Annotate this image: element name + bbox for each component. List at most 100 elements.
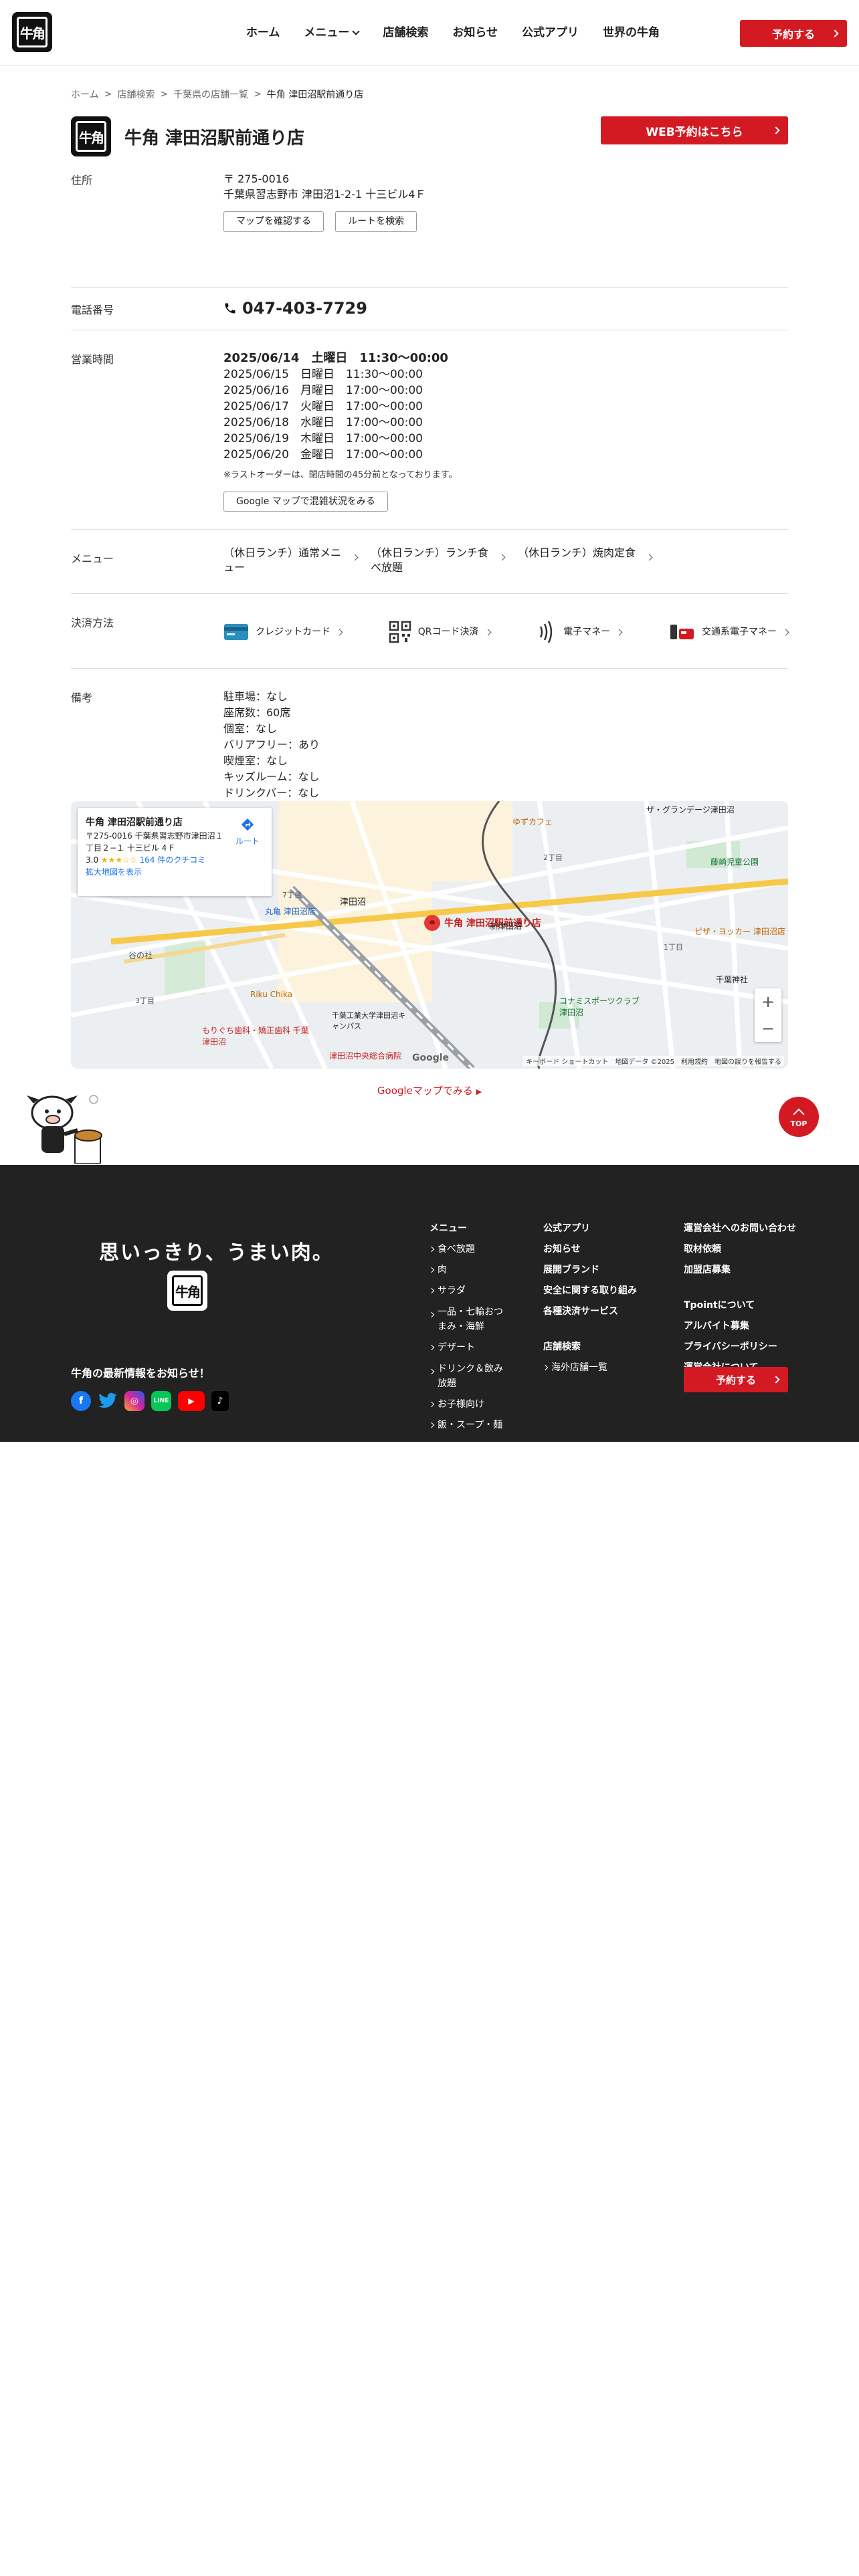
payment-credit-card[interactable]: クレジットカード bbox=[223, 623, 343, 641]
map-label: 2丁目 bbox=[543, 853, 563, 862]
back-to-top-button[interactable]: TOP bbox=[779, 1097, 819, 1137]
breadcrumb-store-search[interactable]: 店舗検索 bbox=[117, 88, 155, 101]
google-map[interactable]: 牛角 津田沼駅前通り店 津田沼 新津田沼 丸亀 津田沼店 Riku Chika … bbox=[71, 801, 788, 1069]
map-label: 千葉工業大学津田沼キャンパス bbox=[332, 1011, 405, 1031]
payment-label: 決済方法 bbox=[71, 617, 114, 629]
map-enlarge-link[interactable]: 拡大地図を表示 bbox=[86, 866, 264, 878]
footer-link[interactable]: 公式アプリ bbox=[543, 1218, 637, 1239]
address-label: 住所 bbox=[71, 174, 93, 187]
reserve-button[interactable]: 予約する bbox=[740, 20, 847, 47]
remarks-row: 備考 駐車場：なし 座席数：60席 個室：なし バリアフリー：あり 喫煙室：なし… bbox=[71, 669, 788, 802]
payment-e-money[interactable]: 電子マネー bbox=[537, 621, 623, 643]
footer-link[interactable]: 海外店舗一覧 bbox=[543, 1358, 637, 1378]
map-label: 津田沼 bbox=[340, 897, 367, 907]
breadcrumb-separator-icon: > bbox=[104, 89, 112, 100]
phone-label: 電話番号 bbox=[71, 304, 114, 316]
footer-link[interactable]: お子様向け bbox=[430, 1394, 503, 1415]
google-maps-link-label: Googleマップでみる bbox=[377, 1085, 473, 1097]
footer-link[interactable]: デザート bbox=[430, 1337, 503, 1358]
breadcrumb-prefecture[interactable]: 千葉県の店舗一覧 bbox=[173, 88, 248, 101]
footer-link[interactable]: Tpointについて bbox=[684, 1295, 796, 1316]
tiktok-icon[interactable]: ♪ bbox=[211, 1391, 229, 1411]
line-icon[interactable]: LINE bbox=[151, 1391, 171, 1411]
remark-item: ドリンクバー：なし bbox=[223, 786, 320, 799]
zoom-in-icon[interactable]: + bbox=[755, 988, 781, 1015]
phone-row: 電話番号 047-403-7729 bbox=[71, 288, 788, 330]
congestion-button[interactable]: Google マップで混雑状況をみる bbox=[223, 491, 388, 512]
footer-link[interactable]: 加盟店募集 bbox=[684, 1260, 796, 1281]
footer-reserve-button[interactable]: 予約する bbox=[684, 1367, 788, 1392]
back-to-top-label: TOP bbox=[790, 1119, 807, 1128]
footer-link[interactable]: 一品・七輪おつまみ・海鮮 bbox=[430, 1305, 503, 1334]
footer-link[interactable]: 展開ブランド bbox=[543, 1260, 637, 1281]
footer-logo[interactable]: 牛角 bbox=[167, 1271, 207, 1311]
chevron-right-icon bbox=[772, 1376, 780, 1384]
hours-line: 2025/06/19 木曜日 17:00〜00:00 bbox=[223, 432, 423, 445]
facebook-icon[interactable]: f bbox=[71, 1391, 91, 1411]
payment-label-text: 交通系電子マネー bbox=[702, 626, 777, 637]
hours-label: 営業時間 bbox=[71, 353, 114, 366]
site-footer: 思いっきり、うまい肉。 牛角 牛角の最新情報をお知らせ！ f ◎ LINE ▶ … bbox=[0, 1165, 859, 1442]
footer-link[interactable]: サラダ bbox=[430, 1281, 503, 1301]
phone-number-link[interactable]: 047-403-7729 bbox=[223, 297, 788, 320]
payment-qr[interactable]: QRコード決済 bbox=[389, 621, 491, 643]
chevron-right-icon bbox=[615, 629, 623, 635]
page-title: 牛角 津田沼駅前通り店 bbox=[124, 128, 305, 148]
main-nav: ホーム メニュー 店舗検索 お知らせ 公式アプリ 世界の牛角 bbox=[234, 23, 672, 43]
footer-menu-title[interactable]: メニュー bbox=[430, 1218, 503, 1239]
footer-link[interactable]: 取材依頼 bbox=[684, 1239, 796, 1260]
directions-icon bbox=[241, 818, 254, 831]
youtube-icon[interactable]: ▶ bbox=[178, 1391, 205, 1411]
map-label: 丸亀 津田沼店 bbox=[265, 907, 316, 916]
nav-news[interactable]: お知らせ bbox=[440, 23, 510, 43]
chevron-right-icon bbox=[782, 629, 789, 635]
breadcrumb-home[interactable]: ホーム bbox=[71, 88, 99, 101]
remarks-label: 備考 bbox=[71, 691, 93, 704]
nav-home[interactable]: ホーム bbox=[234, 23, 292, 43]
phone-number: 047-403-7729 bbox=[242, 299, 367, 318]
footer-link[interactable]: アルバイト募集 bbox=[684, 1316, 796, 1337]
map-label: 津田沼中央総合病院 bbox=[329, 1051, 402, 1061]
map-check-button[interactable]: マップを確認する bbox=[223, 211, 324, 232]
star-rating-icon: ★★★☆☆ bbox=[100, 855, 137, 865]
footer-link[interactable]: 飯・スープ・麺 bbox=[430, 1415, 503, 1436]
footer-link[interactable]: お知らせ bbox=[543, 1239, 637, 1260]
map-reviews-link[interactable]: 164 件のクチコミ bbox=[140, 855, 206, 865]
footer-link[interactable]: ドリンク＆飲み放題 bbox=[430, 1362, 503, 1391]
footer-link[interactable]: 食べ放題 bbox=[430, 1239, 503, 1260]
remark-item: 喫煙室：なし bbox=[223, 754, 288, 767]
map-label: ザ・グランデージ津田沼 bbox=[646, 805, 735, 815]
map-card-address: 〒275-0016 千葉県習志野市津田沼１丁目２−１ 十三ビル 4 F bbox=[86, 831, 223, 853]
footer-link[interactable]: 安全に関する取り組み bbox=[543, 1281, 637, 1301]
site-logo[interactable]: 牛角 bbox=[12, 12, 52, 52]
nav-world[interactable]: 世界の牛角 bbox=[591, 23, 672, 43]
footer-link[interactable]: 各種決済サービス bbox=[543, 1301, 637, 1322]
menu-link-buffet[interactable]: （休日ランチ）ランチ食べ放題 bbox=[371, 546, 518, 576]
route-search-button[interactable]: ルートを検索 bbox=[335, 211, 417, 232]
google-maps-link[interactable]: Googleマップでみる ▶ bbox=[0, 1083, 859, 1097]
map-label: 谷の社 bbox=[128, 951, 153, 960]
nav-menu-label: メニュー bbox=[304, 26, 350, 39]
nav-menu[interactable]: メニュー bbox=[292, 23, 371, 43]
map-footer[interactable]: キーボード ショートカット 地図データ ©2025 利用規約 地図の誤りを報告す… bbox=[523, 1056, 784, 1066]
instagram-icon[interactable]: ◎ bbox=[124, 1391, 145, 1411]
menu-link-regular[interactable]: （休日ランチ）通常メニュー bbox=[223, 546, 371, 576]
menu-link-label: （休日ランチ）焼肉定食 bbox=[518, 546, 636, 559]
twitter-icon[interactable] bbox=[98, 1391, 118, 1411]
zoom-out-icon[interactable]: − bbox=[755, 1015, 781, 1042]
footer-link[interactable]: プライバシーポリシー bbox=[684, 1337, 796, 1358]
payment-transit-ic[interactable]: 交通系電子マネー bbox=[668, 622, 789, 642]
nav-app[interactable]: 公式アプリ bbox=[510, 23, 591, 43]
footer-store-search[interactable]: 店舗検索 bbox=[543, 1337, 637, 1358]
footer-link[interactable]: 肉 bbox=[430, 1260, 503, 1281]
footer-link[interactable]: 運営会社へのお問い合わせ bbox=[684, 1218, 796, 1239]
remark-item: 駐車場：なし bbox=[223, 690, 288, 703]
remark-item: キッズルーム：なし bbox=[223, 770, 320, 783]
map-route-button[interactable]: ルート bbox=[235, 817, 260, 847]
web-reserve-button[interactable]: WEB予約はこちら bbox=[601, 116, 788, 144]
nav-store-search[interactable]: 店舗検索 bbox=[371, 23, 440, 43]
menu-link-set-meal[interactable]: （休日ランチ）焼肉定食 bbox=[518, 546, 665, 576]
payment-label-text: クレジットカード bbox=[256, 626, 330, 637]
address-row: 住所 〒 275-0016 千葉県習志野市 津田沼1-2-1 十三ビル4Ｆ マッ… bbox=[71, 151, 788, 288]
hours-body: 2025/06/14 土曜日 11:30〜00:00 2025/06/15 日曜… bbox=[223, 350, 788, 512]
